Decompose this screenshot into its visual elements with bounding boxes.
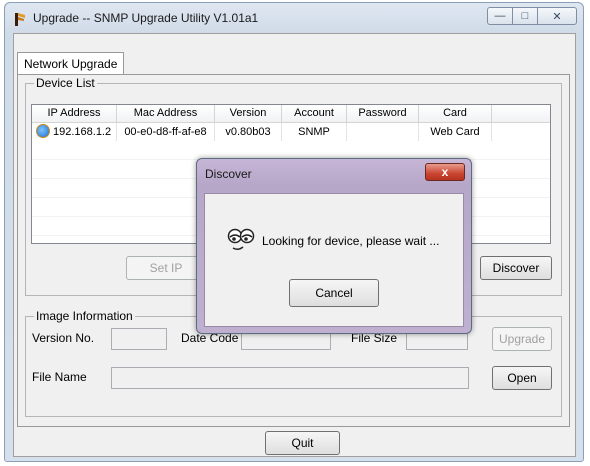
- column-header-version[interactable]: Version: [215, 105, 282, 122]
- tab-network-upgrade[interactable]: Network Upgrade: [17, 52, 125, 75]
- title-bar[interactable]: Upgrade -- SNMP Upgrade Utility V1.01a1 …: [5, 3, 583, 31]
- dialog-message: Looking for device, please wait ...: [262, 234, 440, 248]
- cell-version: v0.80b03: [215, 123, 282, 141]
- minimize-button[interactable]: —: [487, 7, 513, 25]
- cell-password: [347, 123, 419, 141]
- column-header-card[interactable]: Card: [419, 105, 492, 122]
- table-row[interactable]: 192.168.1.2 00-e0-d8-ff-af-e8 v0.80b03 S…: [32, 123, 550, 141]
- dialog-title: Discover: [205, 167, 252, 181]
- maximize-button[interactable]: □: [512, 7, 538, 25]
- cancel-button[interactable]: Cancel: [289, 279, 379, 307]
- file-name-field[interactable]: [111, 367, 469, 389]
- column-header-mac[interactable]: Mac Address: [117, 105, 215, 122]
- image-info-label: Image Information: [34, 309, 135, 323]
- ie-icon: [36, 124, 50, 138]
- set-ip-button[interactable]: Set IP: [126, 256, 206, 280]
- version-no-label: Version No.: [32, 331, 95, 345]
- device-list-header: IP Address Mac Address Version Account P…: [32, 105, 550, 123]
- open-button[interactable]: Open: [492, 366, 552, 390]
- device-list-label: Device List: [34, 76, 97, 90]
- file-name-label: File Name: [32, 370, 87, 384]
- dialog-body: Looking for device, please wait ... Canc…: [204, 193, 464, 327]
- version-no-field[interactable]: [111, 328, 167, 350]
- cell-mac: 00-e0-d8-ff-af-e8: [117, 123, 215, 141]
- quit-button[interactable]: Quit: [265, 431, 340, 455]
- dialog-close-button[interactable]: x: [425, 163, 465, 181]
- discover-button[interactable]: Discover: [480, 256, 552, 280]
- column-header-ip[interactable]: IP Address: [32, 105, 117, 122]
- window-title: Upgrade -- SNMP Upgrade Utility V1.01a1: [33, 11, 259, 25]
- upgrade-button[interactable]: Upgrade: [492, 327, 552, 351]
- searching-eyes-icon: [227, 228, 255, 251]
- cell-account: SNMP: [282, 123, 347, 141]
- column-header-password[interactable]: Password: [347, 105, 419, 122]
- ip-address-value: 192.168.1.2: [53, 126, 112, 138]
- cell-ip: 192.168.1.2: [32, 123, 117, 141]
- app-icon: [15, 13, 25, 26]
- cell-card: Web Card: [419, 123, 492, 141]
- column-header-account[interactable]: Account: [282, 105, 347, 122]
- caption-buttons: — □ ✕: [487, 7, 577, 27]
- discover-dialog: Discover x Looking for device, please wa…: [196, 158, 472, 334]
- close-button[interactable]: ✕: [537, 7, 577, 25]
